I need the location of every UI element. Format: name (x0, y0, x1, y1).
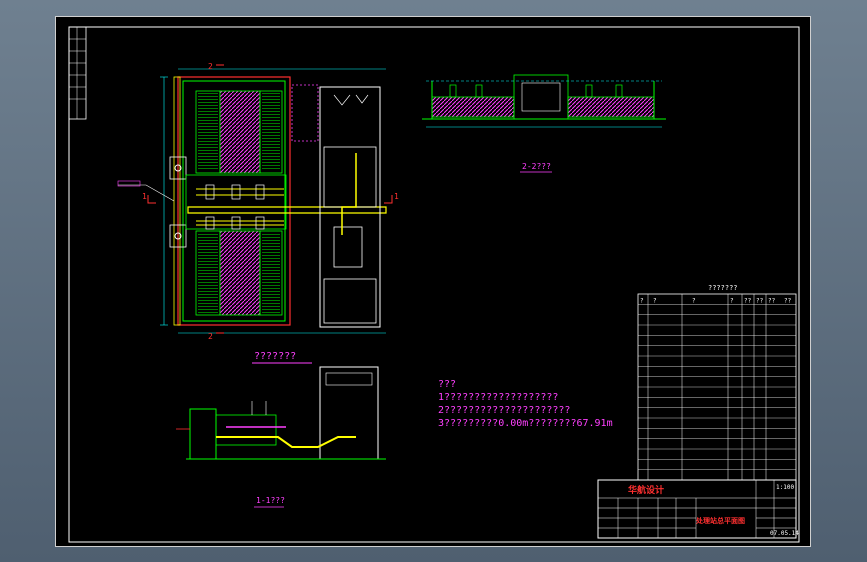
plan-view-title: ??????? (254, 351, 296, 362)
filter-bed-lower (219, 230, 261, 316)
section-1-1-title: 1-1??? (256, 496, 285, 505)
section-marker-1-right: 1 (394, 192, 399, 201)
section-marker-1-left: 1 (142, 192, 147, 201)
plan-view: 2 2 1 1 ??????? (117, 62, 399, 364)
section-marker-2-top: 2 (208, 62, 213, 71)
table-header-cell: ? (640, 297, 644, 304)
section-1-1: 1-1??? (176, 366, 386, 508)
table-header-cell: ?? (744, 297, 752, 304)
filter-bed-upper (219, 90, 261, 174)
notes-heading: ??? (438, 379, 456, 390)
table-header-cell: ? (653, 297, 657, 304)
cad-drawing: 2 2 1 1 ??????? 2-2??? 1-1??? ??? 1?????… (68, 26, 800, 543)
table-header-cell: ?? (768, 297, 776, 304)
table-header-cell: ?? (756, 297, 764, 304)
section-pipe (216, 436, 356, 448)
drawing-name: 处理站总平面图 (695, 516, 745, 525)
title-block: 华航设计 处理站总平面图 1:100 07.05.14 (597, 479, 799, 539)
scale-label: 1:100 (776, 484, 794, 491)
main-pipe (187, 206, 387, 214)
section-marker-2-bottom: 2 (208, 332, 213, 341)
section-2-2-title: 2-2??? (522, 162, 551, 171)
table-header-cell: ?? (784, 297, 792, 304)
notes-line-2: 2????????????????????? (438, 405, 570, 416)
notes-line-1: 1??????????????????? (438, 392, 558, 403)
materials-table: ??????? ???????????? (637, 284, 797, 481)
drawing-sheet: 2 2 1 1 ??????? 2-2??? 1-1??? ??? 1?????… (55, 16, 811, 547)
company-name: 华航设计 (628, 484, 664, 496)
notes-block: ??? 1??????????????????? 2??????????????… (438, 379, 613, 429)
notes-line-3: 3?????????0.00m????????67.91m (438, 418, 613, 429)
materials-table-title: ??????? (708, 284, 738, 292)
drawing-code: 07.05.14 (770, 530, 799, 537)
table-header-cell: ? (730, 297, 734, 304)
section-2-2: 2-2??? (422, 74, 666, 173)
table-header-cell: ? (692, 297, 696, 304)
binding-strip (68, 26, 87, 120)
